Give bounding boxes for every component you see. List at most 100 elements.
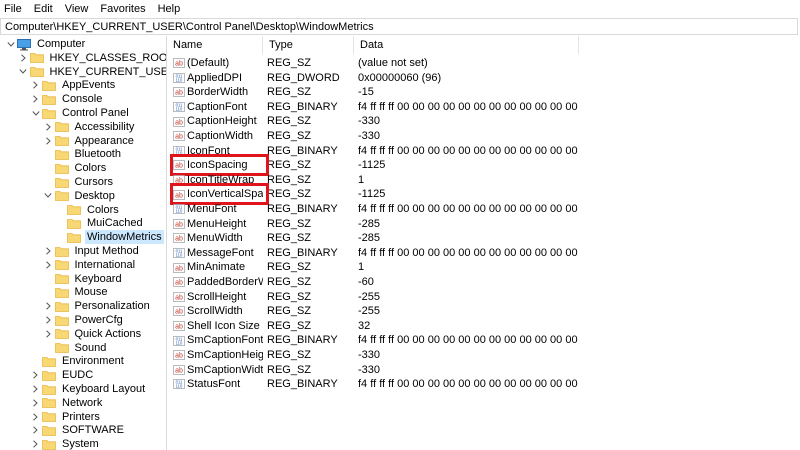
chevron-right-icon[interactable] [44,134,53,148]
tree-node[interactable]: HKEY_CURRENT_USER [19,65,166,79]
table-row[interactable]: ab (Default) REG_SZ (value not set) [167,56,800,71]
chevron-down-icon[interactable] [31,106,40,120]
value-name-cell: ab MenuHeight [173,217,263,232]
tree-node-label: Personalization [74,300,150,313]
chevron-down-icon[interactable] [44,189,53,203]
table-row[interactable]: ab IconVerticalSpac... REG_SZ -1125 [167,187,800,202]
chevron-right-icon[interactable] [44,313,53,327]
table-row[interactable]: 011 110 MenuFont REG_BINARY f4 ff ff ff 00 0… [167,202,800,217]
tree-node[interactable]: Environment [31,354,126,368]
tree-node[interactable]: Desktop [44,189,117,203]
chevron-right-icon[interactable] [44,258,53,272]
table-row[interactable]: ab MenuHeight REG_SZ -285 [167,217,800,232]
chevron-right-icon[interactable] [31,78,40,92]
menu-help[interactable]: Help [152,0,187,18]
tree-node[interactable]: Network [31,396,104,410]
tree-node[interactable]: International [44,258,138,272]
chevron-down-icon[interactable] [6,37,15,51]
tree-node[interactable]: Colors [44,161,109,175]
chevron-right-icon[interactable] [31,396,40,410]
value-data: f4 ff ff ff 00 00 00 00 00 00 00 00 00 0… [358,203,578,215]
table-row[interactable]: 011 110 AppliedDPI REG_DWORD 0x00000060 (96) [167,71,800,86]
tree-node[interactable]: Bluetooth [44,147,123,161]
value-name-cell: 011 110 MessageFont [173,246,263,261]
tree-node[interactable]: Personalization [44,299,152,313]
value-name-cell: ab ScrollWidth [173,304,263,319]
tree-node[interactable]: Printers [31,410,102,424]
chevron-right-icon[interactable] [44,327,53,341]
chevron-right-icon[interactable] [31,410,40,424]
table-row[interactable]: 011 110 IconFont REG_BINARY f4 ff ff ff 00 0… [167,144,800,159]
chevron-right-icon[interactable] [19,51,28,65]
tree-node[interactable]: Computer [6,37,87,51]
table-row[interactable]: ab IconSpacing REG_SZ -1125 [167,158,800,173]
table-row[interactable]: ab ScrollWidth REG_SZ -255 [167,304,800,319]
column-header-name[interactable]: Name [167,36,263,54]
tree-node[interactable]: Colors [56,203,121,217]
menu-file[interactable]: File [0,0,28,18]
tree-node[interactable]: System [31,437,101,450]
menu-favorites[interactable]: Favorites [94,0,151,18]
tree-node[interactable]: PowerCfg [44,313,125,327]
menu-edit[interactable]: Edit [28,0,59,18]
chevron-down-icon[interactable] [19,65,28,79]
table-row[interactable]: ab SmCaptionHeight REG_SZ -330 [167,348,800,363]
chevron-right-icon[interactable] [44,299,53,313]
tree-node[interactable]: Cursors [44,175,116,189]
chevron-right-icon[interactable] [31,423,40,437]
tree-node[interactable]: Keyboard [44,272,124,286]
table-row[interactable]: 011 110 CaptionFont REG_BINARY f4 ff ff ff 0… [167,100,800,115]
value-type: REG_SZ [267,363,312,376]
table-row[interactable]: ab CaptionHeight REG_SZ -330 [167,114,800,129]
table-row[interactable]: ab Shell Icon Size REG_SZ 32 [167,319,800,334]
tree-node[interactable]: Appearance [44,134,136,148]
tree-node[interactable]: Mouse [44,285,110,299]
tree-node[interactable]: WindowMetrics [56,230,164,245]
value-type: REG_BINARY [267,100,338,113]
tree-node[interactable]: EUDC [31,368,95,382]
string-value-icon: ab [173,277,185,288]
tree-node[interactable]: Keyboard Layout [31,382,147,396]
folder-icon [54,163,69,174]
table-row[interactable]: ab MenuWidth REG_SZ -285 [167,231,800,246]
address-bar[interactable]: Computer\HKEY_CURRENT_USER\Control Panel… [0,18,798,35]
string-value-icon: ab [173,350,185,361]
table-row[interactable]: ab CaptionWidth REG_SZ -330 [167,129,800,144]
chevron-right-icon[interactable] [44,120,53,134]
value-name: PaddedBorderW... [187,276,263,288]
chevron-right-icon[interactable] [31,382,40,396]
column-header-type[interactable]: Type [263,36,354,54]
folder-icon [54,273,69,284]
tree-node[interactable]: Input Method [44,244,141,258]
chevron-right-icon[interactable] [31,92,40,106]
tree-node[interactable]: Quick Actions [44,327,144,341]
value-name: MessageFont [187,246,254,259]
tree-node[interactable]: Accessibility [44,120,137,134]
value-name-cell: 011 110 SmCaptionFont [173,333,263,348]
table-row[interactable]: ab SmCaptionWidth REG_SZ -330 [167,363,800,378]
tree-node[interactable]: HKEY_CLASSES_ROOT [19,51,166,65]
tree-node-label: Computer [37,38,86,50]
table-row[interactable]: 011 110 SmCaptionFont REG_BINARY f4 ff ff ff… [167,333,800,348]
table-row[interactable]: ab IconTitleWrap REG_SZ 1 [167,173,800,188]
table-row[interactable]: 011 110 StatusFont REG_BINARY f4 ff ff ff 00… [167,377,800,392]
table-row[interactable]: ab MinAnimate REG_SZ 1 [167,260,800,275]
table-row[interactable]: ab PaddedBorderW... REG_SZ -60 [167,275,800,290]
chevron-right-icon[interactable] [31,437,40,450]
menu-view[interactable]: View [59,0,95,18]
table-row[interactable]: ab ScrollHeight REG_SZ -255 [167,290,800,305]
tree-node[interactable]: SOFTWARE [31,423,126,437]
chevron-right-icon[interactable] [31,368,40,382]
table-row[interactable]: 011 110 MessageFont REG_BINARY f4 ff ff ff 0… [167,246,800,261]
tree-node[interactable]: Sound [44,341,109,355]
tree-node[interactable]: AppEvents [31,78,117,92]
table-row[interactable]: ab BorderWidth REG_SZ -15 [167,85,800,100]
column-header-data[interactable]: Data [354,36,579,54]
tree-node-label: Sound [74,341,107,354]
tree-node[interactable]: Console [31,92,104,106]
chevron-right-icon[interactable] [44,244,53,258]
value-name: SmCaptionFont [187,334,263,347]
tree-node[interactable]: Control Panel [31,106,131,120]
tree-node[interactable]: MuiCached [56,216,145,230]
